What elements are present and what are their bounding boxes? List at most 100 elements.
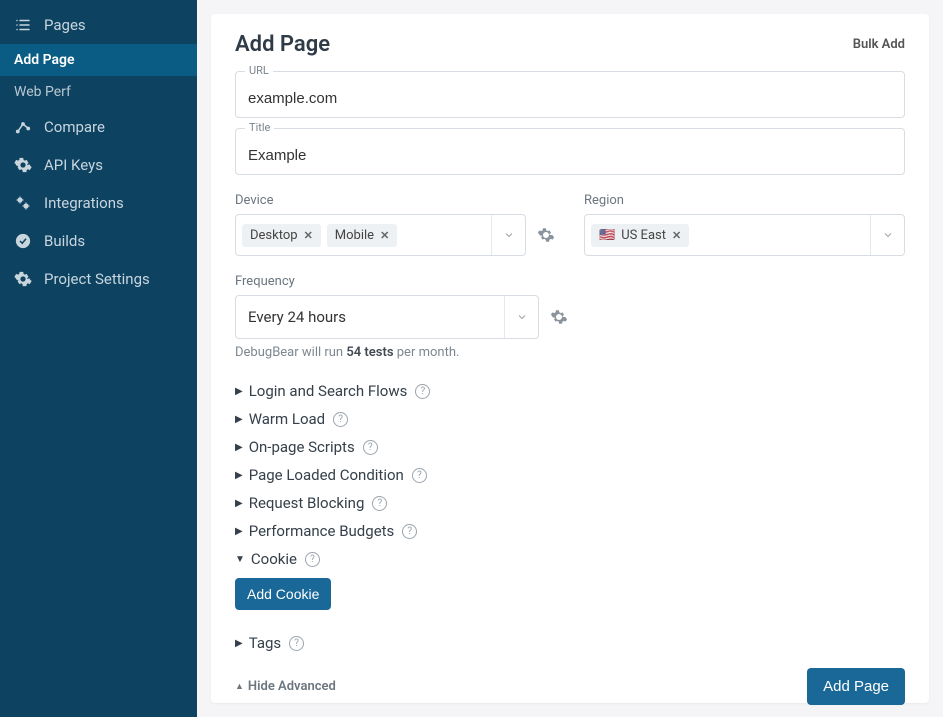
adv-section-label: Warm Load: [249, 410, 325, 428]
sidebar-item-builds[interactable]: Builds: [0, 222, 197, 260]
sidebar: Pages Add Page Web Perf Compare API Keys…: [0, 0, 197, 717]
caret-down-icon: ▼: [235, 554, 245, 565]
chevron-down-icon: [516, 311, 528, 323]
help-icon[interactable]: ?: [333, 412, 348, 427]
help-icon[interactable]: ?: [412, 468, 427, 483]
title-label: Title: [245, 121, 274, 134]
sidebar-item-label: API Keys: [44, 156, 103, 174]
sidebar-subitem-add-page[interactable]: Add Page: [0, 44, 197, 76]
adv-section-label: Page Loaded Condition: [249, 466, 404, 484]
sidebar-subitem-label: Web Perf: [14, 84, 71, 100]
url-input[interactable]: [235, 71, 905, 118]
url-label: URL: [245, 64, 273, 77]
frequency-label: Frequency: [235, 274, 569, 289]
help-icon[interactable]: ?: [372, 496, 387, 511]
gear-icon: [14, 156, 32, 174]
add-page-card: Add Page Bulk Add URL Title Device Deskt…: [211, 14, 929, 703]
gear-icon: [537, 226, 555, 244]
caret-right-icon: ▶: [235, 386, 243, 397]
sidebar-item-label: Integrations: [44, 194, 124, 212]
frequency-select[interactable]: Every 24 hours: [235, 295, 539, 339]
caret-right-icon: ▶: [235, 498, 243, 509]
sidebar-item-api-keys[interactable]: API Keys: [0, 146, 197, 184]
adv-section-cookie[interactable]: ▼ Cookie ?: [235, 550, 905, 568]
sidebar-item-pages[interactable]: Pages: [0, 6, 197, 44]
frequency-hint: DebugBear will run 54 tests per month.: [235, 345, 569, 360]
chevron-down-icon: [882, 229, 894, 241]
chip-label: Mobile: [335, 228, 374, 243]
region-select[interactable]: 🇺🇸 US East ✕: [584, 214, 905, 256]
region-chip-useast: 🇺🇸 US East ✕: [591, 224, 689, 247]
url-field-group: URL: [235, 71, 905, 118]
card-header: Add Page Bulk Add: [235, 32, 905, 57]
adv-section-on-page-scripts[interactable]: ▶ On-page Scripts ?: [235, 438, 905, 456]
adv-section-label: Tags: [249, 634, 281, 652]
adv-section-label: Request Blocking: [249, 494, 365, 512]
chip-label: US East: [621, 228, 666, 243]
device-chip-mobile: Mobile ✕: [327, 224, 398, 247]
title-input[interactable]: [235, 128, 905, 175]
add-page-button[interactable]: Add Page: [807, 668, 905, 705]
sidebar-item-project-settings[interactable]: Project Settings: [0, 260, 197, 298]
dropdown-toggle[interactable]: [504, 296, 538, 338]
adv-section-request-blocking[interactable]: ▶ Request Blocking ?: [235, 494, 905, 512]
caret-right-icon: ▶: [235, 526, 243, 537]
chevron-down-icon: [503, 229, 515, 241]
flag-icon: 🇺🇸: [599, 228, 615, 243]
adv-section-label: On-page Scripts: [249, 438, 355, 456]
gear-icon: [550, 308, 568, 326]
sidebar-item-label: Project Settings: [44, 270, 150, 288]
advanced-sections: ▶ Login and Search Flows ? ▶ Warm Load ?…: [235, 382, 905, 652]
chip-remove-icon[interactable]: ✕: [380, 229, 389, 242]
region-label: Region: [584, 193, 905, 208]
dropdown-toggle[interactable]: [491, 215, 525, 255]
caret-right-icon: ▶: [235, 638, 243, 649]
help-icon[interactable]: ?: [305, 552, 320, 567]
list-icon: [14, 16, 32, 34]
chip-remove-icon[interactable]: ✕: [672, 229, 681, 242]
help-icon[interactable]: ?: [289, 636, 304, 651]
chip-remove-icon[interactable]: ✕: [304, 229, 313, 242]
add-cookie-button[interactable]: Add Cookie: [235, 578, 331, 610]
help-icon[interactable]: ?: [402, 524, 417, 539]
device-label: Device: [235, 193, 556, 208]
caret-right-icon: ▶: [235, 442, 243, 453]
adv-section-page-loaded-condition[interactable]: ▶ Page Loaded Condition ?: [235, 466, 905, 484]
device-settings-button[interactable]: [536, 225, 556, 245]
adv-section-label: Login and Search Flows: [249, 382, 408, 400]
sidebar-item-integrations[interactable]: Integrations: [0, 184, 197, 222]
frequency-settings-button[interactable]: [549, 307, 569, 327]
sidebar-item-label: Compare: [44, 118, 105, 136]
frequency-value: Every 24 hours: [248, 308, 346, 326]
hide-advanced-toggle[interactable]: ▲ Hide Advanced: [235, 679, 336, 694]
adv-section-label: Performance Budgets: [249, 522, 395, 540]
help-icon[interactable]: ?: [363, 440, 378, 455]
caret-up-icon: ▲: [235, 681, 244, 692]
check-circle-icon: [14, 232, 32, 250]
adv-section-tags[interactable]: ▶ Tags ?: [235, 634, 905, 652]
help-icon[interactable]: ?: [415, 384, 430, 399]
sidebar-item-compare[interactable]: Compare: [0, 108, 197, 146]
sidebar-subitem-label: Add Page: [14, 52, 75, 68]
caret-right-icon: ▶: [235, 414, 243, 425]
main-content: Add Page Bulk Add URL Title Device Deskt…: [197, 0, 943, 717]
caret-right-icon: ▶: [235, 470, 243, 481]
chip-label: Desktop: [250, 228, 298, 243]
adv-section-warm-load[interactable]: ▶ Warm Load ?: [235, 410, 905, 428]
sidebar-item-label: Builds: [44, 232, 85, 250]
gears-icon: [14, 194, 32, 212]
bulk-add-link[interactable]: Bulk Add: [853, 37, 905, 52]
hide-advanced-label: Hide Advanced: [248, 679, 336, 694]
adv-section-login-search-flows[interactable]: ▶ Login and Search Flows ?: [235, 382, 905, 400]
device-select[interactable]: Desktop ✕ Mobile ✕: [235, 214, 526, 256]
title-field-group: Title: [235, 128, 905, 175]
adv-section-label: Cookie: [251, 550, 297, 568]
sidebar-item-label: Pages: [44, 16, 86, 34]
gear-icon: [14, 270, 32, 288]
adv-section-performance-budgets[interactable]: ▶ Performance Budgets ?: [235, 522, 905, 540]
compare-icon: [14, 118, 32, 136]
dropdown-toggle[interactable]: [870, 215, 904, 255]
sidebar-subitem-web-perf[interactable]: Web Perf: [0, 76, 197, 108]
card-footer: ▲ Hide Advanced Add Page: [235, 652, 905, 705]
device-chip-desktop: Desktop ✕: [242, 224, 321, 247]
